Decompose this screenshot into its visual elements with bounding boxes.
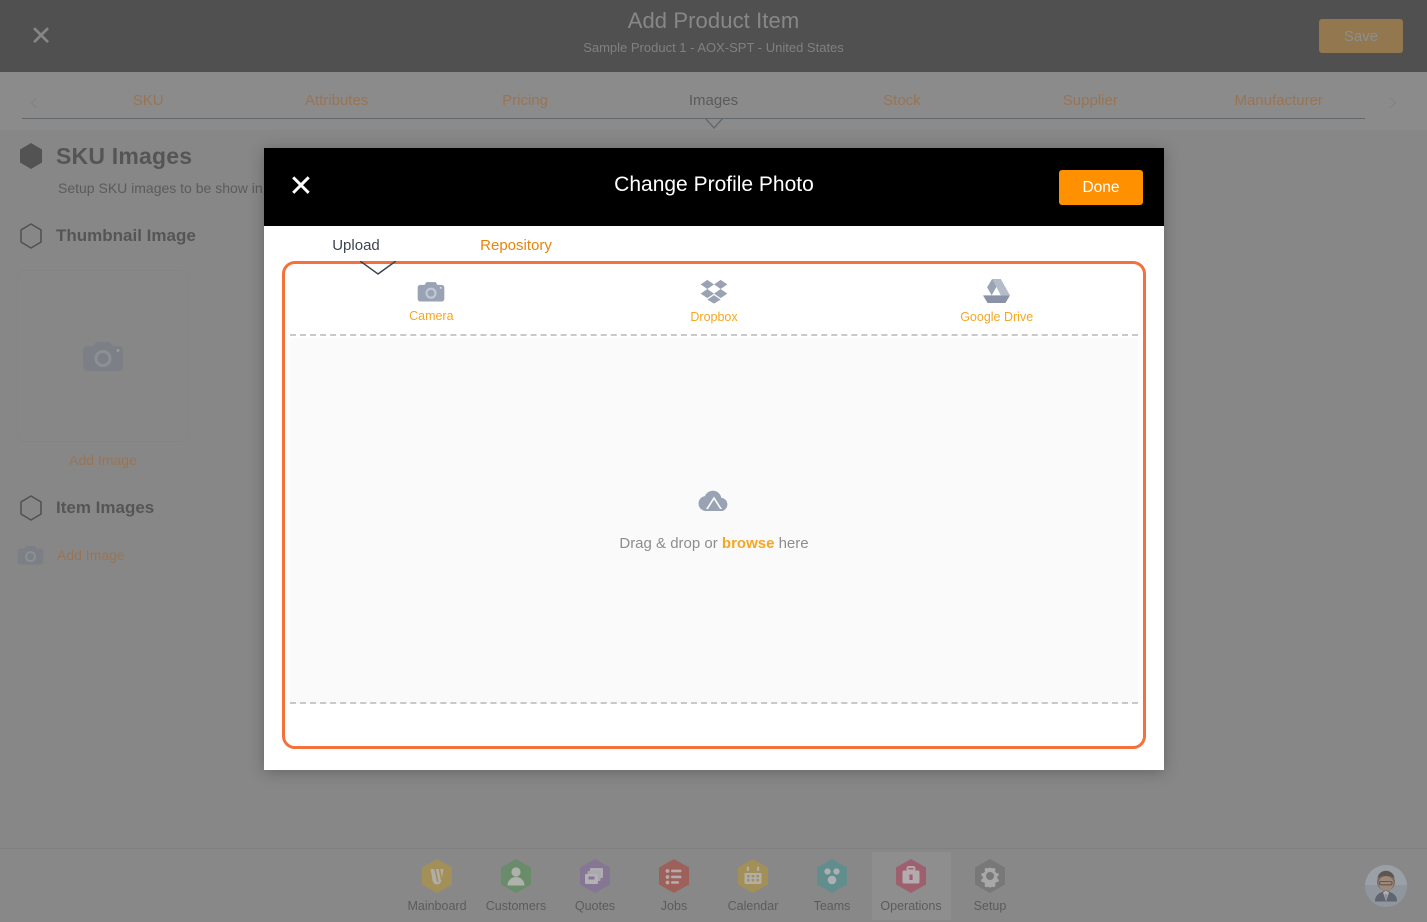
source-label: Camera [409, 308, 454, 323]
modal-title: Change Profile Photo [614, 173, 814, 196]
drag-drop-zone[interactable]: Drag & drop or browse here [290, 338, 1138, 704]
source-label: Dropbox [690, 309, 738, 324]
modal-tab-list: Upload Repository [264, 226, 1164, 264]
source-camera[interactable]: Camera [290, 280, 573, 323]
cloud-upload-icon [698, 490, 728, 511]
browse-link[interactable]: browse [722, 535, 775, 552]
tab-upload[interactable]: Upload [291, 237, 421, 254]
modal-header: ✕ Change Profile Photo Done [264, 148, 1164, 226]
source-label: Google Drive [960, 310, 1034, 324]
upload-sources: Camera Dropbox Google Drive [290, 268, 1138, 336]
done-button[interactable]: Done [1059, 170, 1143, 205]
google-drive-icon [983, 278, 1011, 304]
camera-icon [417, 281, 445, 301]
drag-drop-prefix: Drag & drop or [619, 534, 722, 552]
tab-repository[interactable]: Repository [451, 237, 581, 254]
upload-panel: Camera Dropbox Google Drive Drag & drop … [282, 261, 1146, 749]
source-dropbox[interactable]: Dropbox [573, 279, 856, 324]
dropbox-icon [700, 279, 728, 304]
drag-drop-text: Drag & drop or browse here [619, 535, 808, 552]
change-profile-photo-modal: ✕ Change Profile Photo Done Upload Repos… [264, 148, 1164, 770]
drag-drop-suffix: here [774, 534, 809, 552]
source-google-drive[interactable]: Google Drive [855, 278, 1138, 324]
active-tab-chevron-icon [360, 261, 396, 275]
